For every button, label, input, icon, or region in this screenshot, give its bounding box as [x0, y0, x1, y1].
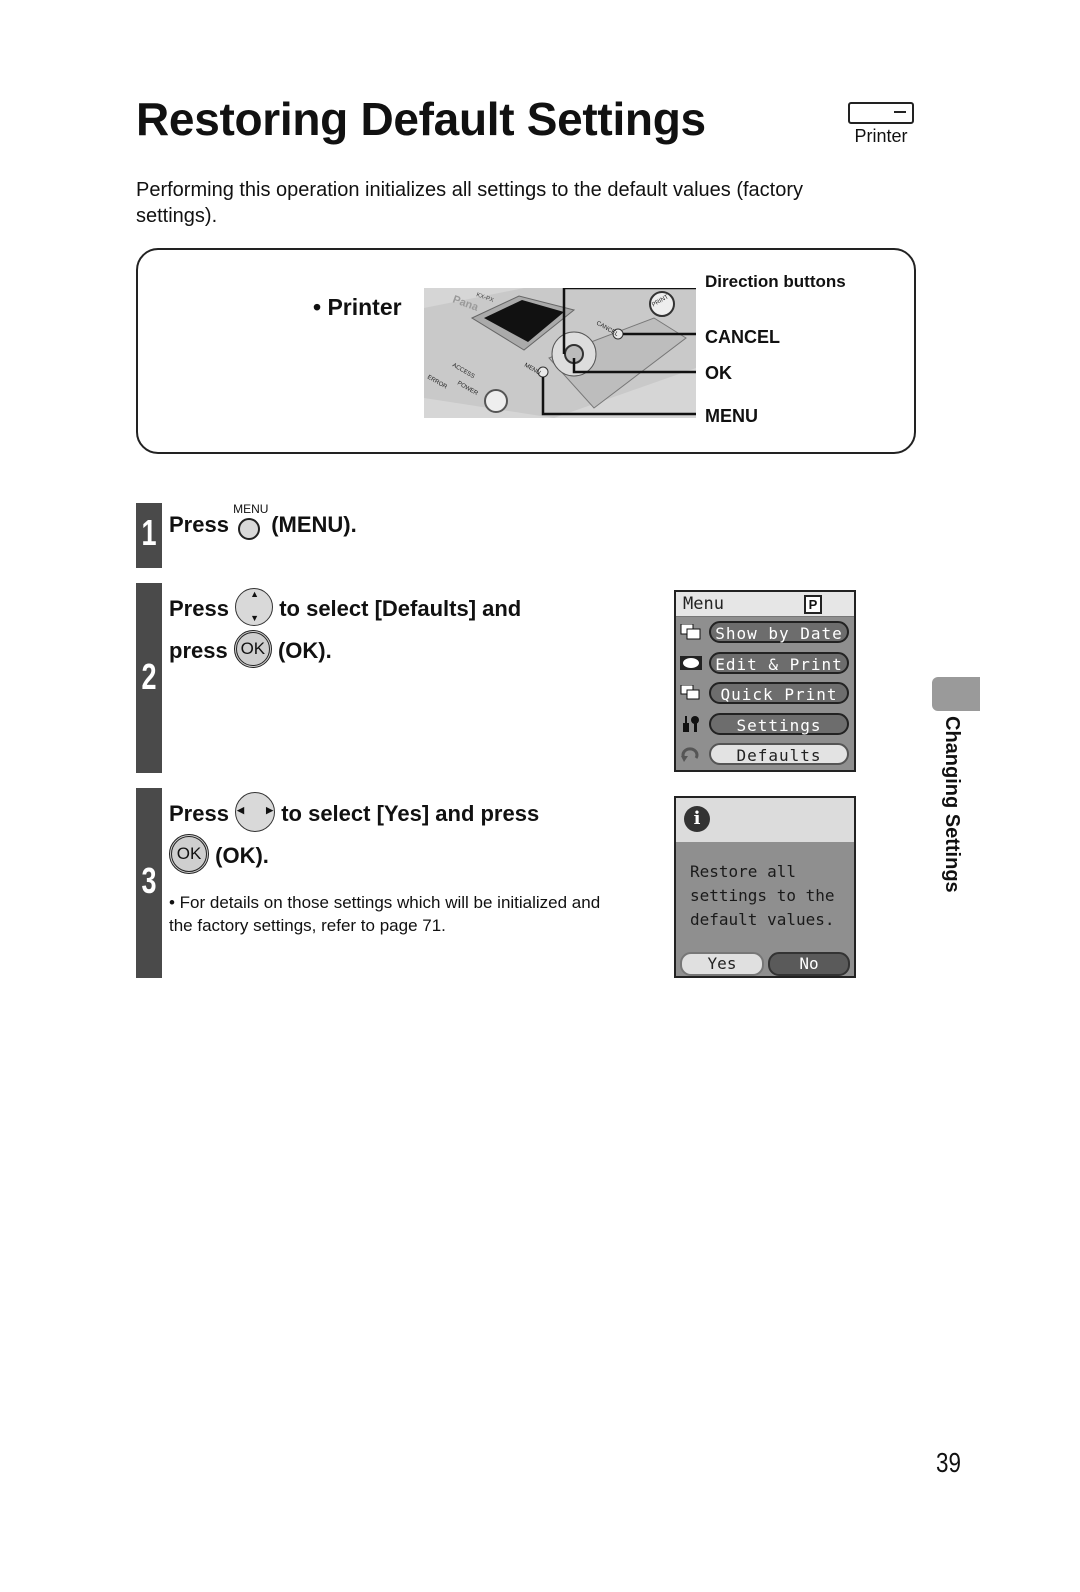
confirm-screen: i Restore all settings to the default va… — [674, 796, 856, 978]
step-2-suffix: to select [Defaults] and — [279, 595, 522, 621]
menu-item-label: Quick Print — [709, 682, 849, 704]
step-1-prefix: Press — [169, 512, 229, 537]
menu-screen: Menu P Show by Date Edit & Print Quick P… — [674, 590, 856, 772]
confirm-message: Restore all settings to the default valu… — [690, 862, 835, 929]
step-3-instruction-line1: Press ◀ ▶ to select [Yes] and press — [169, 792, 540, 832]
section-tab-marker — [932, 677, 980, 711]
printer-mode-badge: P — [804, 595, 822, 614]
menu-icon-caption: MENU — [233, 502, 269, 517]
step-2-line2-suffix: (OK). — [277, 637, 332, 663]
step-2-instruction-line1: Press ▲ ▼ to select [Defaults] and — [169, 588, 522, 626]
confirm-screen-header: i — [676, 798, 854, 842]
edit-print-icon — [680, 655, 702, 670]
step-3-prefix: Press — [169, 800, 229, 826]
menu-item-edit-print[interactable]: Edit & Print — [676, 648, 854, 679]
page-number: 39 — [936, 1447, 961, 1478]
callout-menu: MENU — [705, 406, 758, 426]
printer-icon — [848, 102, 914, 124]
device-badge-label: Printer — [854, 126, 908, 146]
power-button — [484, 389, 508, 413]
callout-direction-buttons: Direction buttons — [705, 272, 846, 291]
menu-item-label: Settings — [709, 712, 849, 735]
section-tab-label: Changing Settings — [941, 716, 963, 893]
step-2-prefix: Press — [169, 595, 229, 621]
step-3-note: • For details on those settings which wi… — [169, 893, 601, 935]
step-3-number: 3 — [141, 860, 157, 901]
ok-button-icon: OK — [169, 834, 209, 874]
menu-screen-title: Menu — [683, 594, 724, 614]
printer-panel-label: • Printer — [313, 294, 402, 320]
menu-item-quick-print[interactable]: Quick Print — [676, 678, 854, 709]
menu-button-icon: MENU — [233, 502, 268, 541]
quick-print-icon — [680, 685, 700, 700]
page-title: Restoring Default Settings — [136, 93, 706, 145]
menu-item-defaults[interactable]: Defaults — [676, 739, 854, 770]
info-icon: i — [684, 806, 710, 832]
device-badge: Printer — [848, 102, 914, 147]
yes-button[interactable]: Yes — [680, 952, 764, 976]
step-2-number: 2 — [141, 656, 157, 697]
menu-item-label: Show by Date — [709, 621, 849, 643]
step-2-instruction-line2: press OK (OK). — [169, 630, 332, 668]
menu-screen-header: Menu P — [676, 592, 854, 617]
step-2-line2-prefix: press — [169, 637, 228, 663]
settings-tools-icon — [683, 715, 699, 732]
menu-item-label: Defaults — [709, 743, 849, 765]
show-by-date-icon — [680, 624, 701, 640]
step-1-instruction: Press MENU (MENU). — [169, 502, 357, 541]
menu-item-settings[interactable]: Settings — [676, 709, 854, 740]
step-1-suffix: (MENU). — [271, 512, 357, 537]
no-button[interactable]: No — [768, 952, 850, 976]
callout-cancel: CANCEL — [705, 327, 780, 347]
step-3-instruction-line2: OK (OK). — [169, 834, 269, 874]
menu-item-label: Edit & Print — [709, 651, 849, 674]
defaults-icon — [681, 747, 699, 762]
callout-ok: OK — [705, 363, 732, 383]
ok-button-icon: OK — [233, 630, 272, 668]
step-3-line2-suffix: (OK). — [215, 842, 269, 868]
step-3-suffix: to select [Yes] and press — [281, 800, 540, 826]
up-down-button-icon: ▲ ▼ — [235, 588, 274, 626]
step-1-number: 1 — [141, 512, 157, 553]
intro-paragraph: Performing this operation initializes al… — [136, 179, 804, 227]
left-right-button-icon: ◀ ▶ — [235, 792, 276, 832]
printer-control-panel-illustration: Pana KX-PX CANCEL MENU PRINT ERROR ACCES… — [424, 288, 696, 418]
menu-item-show-by-date[interactable]: Show by Date — [676, 617, 854, 648]
